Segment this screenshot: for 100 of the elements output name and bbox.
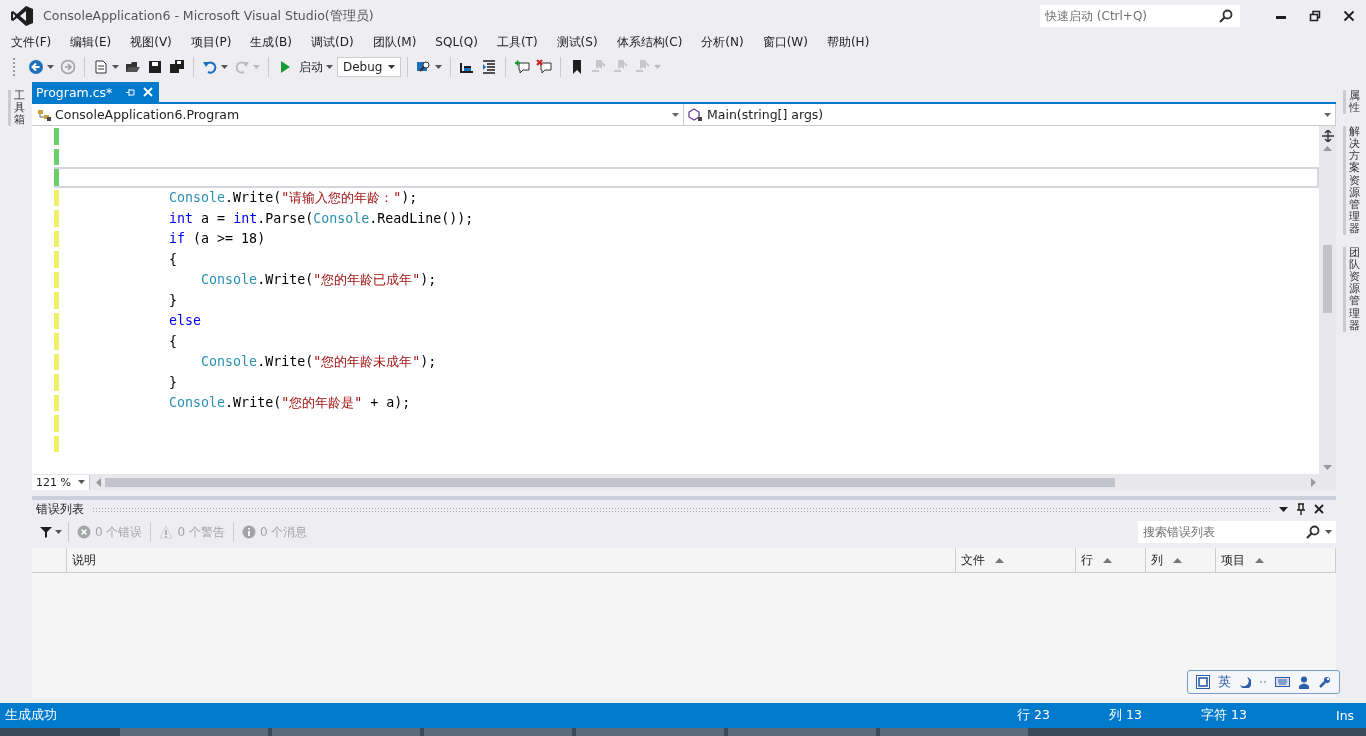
sort-arrow-icon: [1103, 557, 1112, 563]
wrench-icon[interactable]: [1318, 675, 1331, 689]
sort-arrow-icon: [995, 557, 1004, 563]
save-all-icon: [169, 59, 185, 75]
class-icon: [36, 107, 52, 122]
restore-icon: [1309, 10, 1321, 22]
scrollbar-thumb[interactable]: [105, 477, 1115, 487]
menu-item[interactable]: SQL(Q): [435, 35, 478, 49]
scrollbar-thumb[interactable]: [1323, 245, 1332, 313]
bookmark-next-icon: [613, 59, 629, 75]
code-line: else: [168, 313, 202, 329]
caret-icon: [435, 65, 442, 69]
menu-item[interactable]: 调试(D): [311, 33, 354, 51]
caret-icon: [112, 65, 119, 69]
caret-icon: [388, 65, 395, 69]
caret-icon: [221, 65, 228, 69]
start-button[interactable]: 启动: [275, 56, 335, 78]
caret-icon: [253, 65, 260, 69]
caret-icon: [1324, 112, 1331, 117]
type-dropdown[interactable]: ConsoleApplication6.Program: [32, 104, 684, 125]
visual-studio-logo-icon: [11, 6, 33, 26]
menu-item[interactable]: 生成(B): [250, 33, 292, 51]
code-line: int a = int.Parse(Console.ReadLine());: [168, 210, 474, 226]
column-indicator: 列 13: [1109, 707, 1143, 724]
character-indicator: 字符 13: [1201, 707, 1248, 724]
user-icon[interactable]: [1298, 675, 1310, 689]
configuration-dropdown[interactable]: Debug: [337, 57, 401, 77]
forward-icon: [60, 59, 76, 75]
side-panel-tab[interactable]: 解决方案资源管理器: [1342, 126, 1360, 236]
open-icon: [125, 59, 141, 75]
toolbar-grip[interactable]: [12, 57, 16, 77]
indent-more-icon: [481, 59, 497, 75]
code-line: }: [168, 292, 178, 308]
error-icon: [77, 525, 91, 539]
ime-language-toggle[interactable]: 英: [1218, 673, 1231, 691]
code-line: {: [168, 251, 178, 267]
moon-icon[interactable]: [1239, 676, 1251, 688]
menu-item[interactable]: 团队(M): [372, 33, 417, 51]
line-indicator: 行 23: [1017, 707, 1051, 724]
filter-icon: [40, 526, 52, 538]
menu-item[interactable]: 分析(N): [701, 33, 744, 51]
save-icon: [147, 59, 163, 75]
menu-item[interactable]: 测试(S): [556, 33, 598, 51]
split-icon[interactable]: [1321, 130, 1334, 142]
close-icon[interactable]: [1314, 504, 1324, 514]
code-line: Console.Write("您的年龄是" + a);: [168, 393, 411, 412]
quick-launch-field[interactable]: 快速启动 (Ctrl+Q): [1040, 5, 1240, 27]
menu-item[interactable]: 体系结构(C): [616, 33, 683, 51]
column-header[interactable]: 文件: [956, 548, 1076, 572]
caret-icon[interactable]: [1279, 506, 1288, 512]
panel-title: 错误列表: [36, 500, 84, 518]
code-line: Console.Write("您的年龄未成年");: [200, 352, 437, 371]
caret-icon[interactable]: [1325, 530, 1332, 534]
vertical-scrollbar[interactable]: [1319, 126, 1336, 474]
member-dropdown[interactable]: Main(string[] args): [684, 104, 1336, 125]
method-icon: [688, 107, 704, 122]
column-header[interactable]: 列: [1146, 548, 1216, 572]
ime-logo-icon[interactable]: [1196, 675, 1210, 689]
menu-item[interactable]: 窗口(W): [762, 33, 808, 51]
code-line: {: [168, 333, 178, 349]
side-panel-tab[interactable]: 工具箱: [7, 90, 25, 127]
search-icon[interactable]: [1306, 525, 1320, 539]
menu-item[interactable]: 视图(V): [130, 33, 172, 51]
code-line: Console.Write("您的年龄已成年");: [200, 270, 437, 289]
uncomment-icon: [536, 59, 552, 75]
column-header[interactable]: 行: [1076, 548, 1146, 572]
undo-icon: [202, 59, 218, 75]
menu-item[interactable]: 编辑(E): [70, 33, 112, 51]
code-line: }: [168, 374, 178, 390]
caret-icon: [654, 65, 661, 69]
code-line: if (a >= 18): [168, 231, 266, 247]
sort-arrow-icon: [1255, 557, 1264, 563]
bookmark-prev-icon: [591, 59, 607, 75]
caret-icon: [78, 480, 85, 484]
menu-item[interactable]: 项目(P): [190, 33, 232, 51]
message-icon: [241, 525, 256, 539]
warning-icon: [159, 525, 174, 539]
bookmark-clear-icon: [635, 59, 651, 75]
sort-arrow-icon: [1173, 557, 1182, 563]
column-header[interactable]: 项目: [1216, 548, 1336, 572]
side-panel-tab[interactable]: 属性: [1342, 90, 1360, 115]
column-header[interactable]: 说明: [67, 548, 956, 572]
new-project-icon: [93, 59, 109, 75]
side-panel-tab[interactable]: 团队资源管理器: [1342, 247, 1360, 332]
menu-item[interactable]: 文件(F): [11, 33, 52, 51]
caret-icon: [47, 65, 54, 69]
pin-icon[interactable]: [1296, 503, 1306, 515]
menu-item[interactable]: 工具(T): [496, 33, 538, 51]
close-icon: [1343, 10, 1355, 22]
menu-item[interactable]: 帮助(H): [826, 33, 870, 51]
caret-icon: [672, 112, 679, 117]
redo-icon: [234, 59, 250, 75]
zoom-dropdown[interactable]: 121 %: [32, 474, 90, 490]
search-icon[interactable]: [1219, 9, 1233, 23]
search-field[interactable]: 搜索错误列表: [1138, 521, 1336, 543]
insert-mode-indicator: Ins: [1336, 708, 1356, 723]
keyboard-icon[interactable]: [1275, 677, 1290, 687]
caret-icon: [55, 530, 62, 534]
code-line: Console.Write("请输入您的年龄：");: [168, 188, 418, 207]
window-title: ConsoleApplication6 - Microsoft Visual Studio(管理员): [43, 7, 374, 25]
